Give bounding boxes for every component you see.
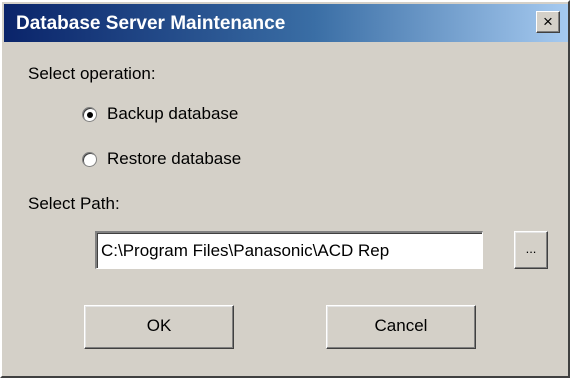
operation-label: Select operation: xyxy=(28,64,156,83)
path-input[interactable] xyxy=(95,231,483,269)
backup-database-option[interactable]: Backup database xyxy=(82,104,238,124)
restore-radio[interactable] xyxy=(82,151,97,167)
dialog-window: Database Server Maintenance × Select ope… xyxy=(0,0,570,378)
browse-button[interactable]: ... xyxy=(514,231,548,269)
restore-database-option[interactable]: Restore database xyxy=(82,149,241,169)
close-icon: × xyxy=(543,12,553,31)
window-title: Database Server Maintenance xyxy=(16,13,286,34)
close-button[interactable]: × xyxy=(536,11,560,33)
restore-radio-label[interactable]: Restore database xyxy=(107,149,241,169)
path-label: Select Path: xyxy=(28,194,120,213)
cancel-button[interactable]: Cancel xyxy=(326,305,476,349)
backup-radio[interactable] xyxy=(82,106,97,122)
title-bar[interactable]: Database Server Maintenance × xyxy=(4,4,568,42)
backup-radio-label[interactable]: Backup database xyxy=(107,104,238,124)
ok-button[interactable]: OK xyxy=(84,305,234,349)
